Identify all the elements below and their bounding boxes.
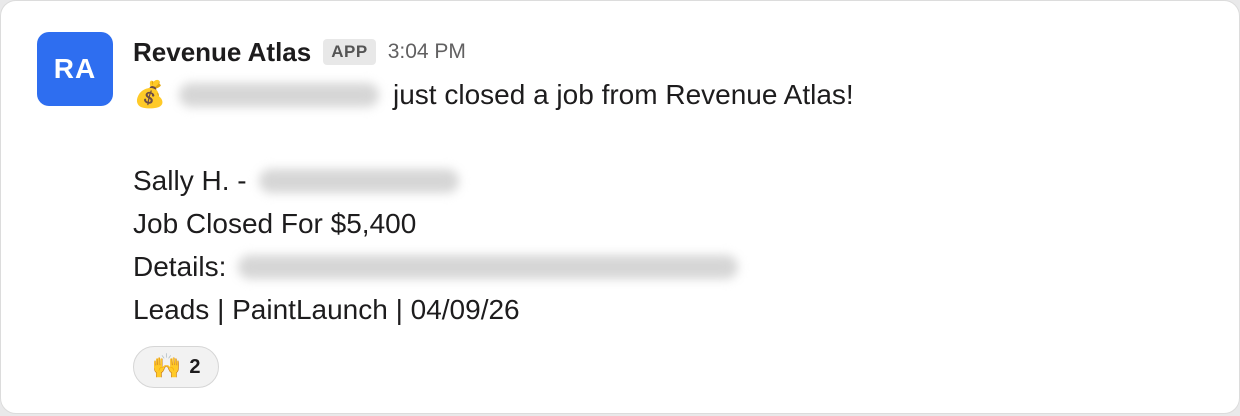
details-line: Details: (133, 245, 1213, 288)
message-header: Revenue Atlas APP 3:04 PM (133, 34, 466, 70)
money-bag-icon: 💰 (133, 79, 167, 109)
reaction-pill[interactable]: 🙌 2 (133, 346, 219, 388)
contact-line: Sally H. - (133, 159, 1213, 202)
details-label: Details: (133, 251, 227, 282)
reaction-count: 2 (189, 355, 201, 378)
contact-prefix: Sally H. - (133, 165, 247, 196)
job-closed-text: Job Closed For $5,400 (133, 208, 417, 239)
footer-text: Leads | PaintLaunch | 04/09/26 (133, 294, 520, 325)
avatar[interactable]: RA (37, 32, 113, 106)
timestamp[interactable]: 3:04 PM (388, 40, 466, 64)
job-closed-line: Job Closed For $5,400 (133, 202, 1213, 245)
redacted-contact (258, 168, 459, 193)
message-body: 💰 just closed a job from Revenue Atlas! … (133, 73, 1213, 331)
intro-text: just closed a job from Revenue Atlas! (393, 79, 854, 110)
intro-line: 💰 just closed a job from Revenue Atlas! (133, 73, 1213, 116)
redacted-details (238, 254, 739, 279)
redacted-name (179, 82, 379, 107)
message-card: RA Revenue Atlas APP 3:04 PM 💰 just clos… (0, 0, 1240, 414)
app-badge: APP (323, 39, 376, 65)
footer-line: Leads | PaintLaunch | 04/09/26 (133, 288, 1213, 331)
sender-name[interactable]: Revenue Atlas (133, 37, 311, 68)
raised-hands-icon: 🙌 (151, 353, 182, 380)
